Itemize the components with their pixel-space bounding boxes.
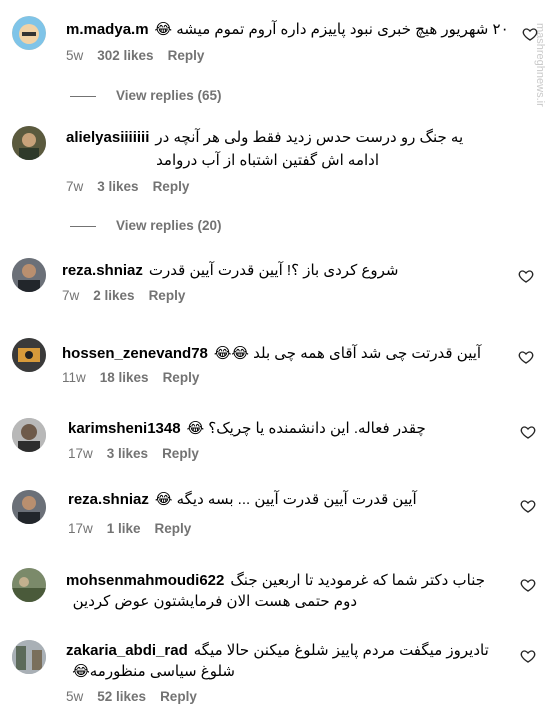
comment-likes[interactable]: 3 likes (107, 446, 148, 461)
comment-username[interactable]: alielyasiiiiiii (66, 129, 149, 146)
reply-button[interactable]: Reply (153, 179, 190, 194)
comment-username[interactable]: zakaria_abdi_rad (66, 642, 188, 659)
avatar[interactable] (12, 16, 46, 50)
comment-username[interactable]: reza.shniaz (62, 262, 143, 279)
comment-time: 17w (68, 446, 93, 461)
heart-outline-icon[interactable] (520, 648, 536, 664)
heart-outline-icon[interactable] (520, 498, 536, 514)
comment-likes[interactable]: 302 likes (97, 48, 153, 63)
comment-text: چقدر فعاله. این دانشمنده یا چریک؟ 😂 (186, 420, 426, 437)
avatar[interactable] (12, 418, 46, 452)
divider (70, 225, 96, 227)
comment-time: 17w (68, 521, 93, 536)
heart-outline-icon[interactable] (518, 268, 534, 284)
heart-outline-icon[interactable] (522, 26, 538, 42)
comment-time: 5w (66, 689, 84, 704)
reply-button[interactable]: Reply (160, 689, 197, 704)
reply-button[interactable]: Reply (162, 446, 199, 461)
comment-text-line2: دوم حتمی هست الان فرمایشتون عوض کردین (72, 593, 357, 610)
reply-button[interactable]: Reply (168, 48, 205, 63)
avatar[interactable] (12, 490, 46, 524)
comment-text: جناب دکتر شما که غرمودید تا اربعین جنگ (230, 572, 486, 589)
reply-button[interactable]: Reply (149, 288, 186, 303)
comment-username[interactable]: mohsenmahmoudi622 (66, 572, 224, 589)
comment-likes[interactable]: 18 likes (100, 370, 149, 385)
divider (70, 95, 96, 97)
comment-text-line2: ادامه اش گفتین اشتباه از آب دروامد (156, 152, 379, 169)
comment-username[interactable]: hossen_zenevand78 (62, 345, 208, 362)
view-replies-button[interactable]: View replies (20) (70, 218, 222, 233)
avatar[interactable] (12, 126, 46, 160)
avatar[interactable] (12, 568, 46, 602)
comment-text: ۲۰ شهریور هیچ خبری نبود پاییزم داره آروم… (154, 21, 509, 38)
avatar[interactable] (12, 258, 46, 292)
heart-outline-icon[interactable] (520, 577, 536, 593)
comment-username[interactable]: karimsheni1348 (68, 420, 181, 437)
comment-text: تادیروز میگفت مردم پاییز شلوغ میکنن حالا… (193, 642, 489, 659)
heart-outline-icon[interactable] (520, 424, 536, 440)
view-replies-button[interactable]: View replies (65) (70, 88, 222, 103)
avatar[interactable] (12, 640, 46, 674)
comment-time: 7w (62, 288, 80, 303)
comment-time: 5w (66, 48, 84, 63)
comment-text-line2: شلوغ سیاسی منظورمه😂 (72, 663, 235, 680)
comment-time: 11w (62, 370, 86, 385)
comment-likes[interactable]: 3 likes (97, 179, 138, 194)
comment-username[interactable]: reza.shniaz (68, 491, 149, 508)
avatar[interactable] (12, 338, 46, 372)
comment-username[interactable]: m.madya.m (66, 21, 149, 38)
comment-text: یه جنگ رو درست حدس زدید فقط ولی هر آنچه … (155, 129, 464, 146)
comment-time: 7w (66, 179, 84, 194)
comment-likes[interactable]: 52 likes (97, 689, 146, 704)
comment-text: آیین قدرت آیین قدرت آیین ... بسه دیگه 😂 (154, 491, 417, 508)
comment-text: آیین قدرتت چی شد آقای همه چی بلد 😂😂 (213, 345, 482, 362)
reply-button[interactable]: Reply (163, 370, 200, 385)
comment-likes[interactable]: 2 likes (93, 288, 134, 303)
comment-likes[interactable]: 1 like (107, 521, 141, 536)
comment-text: شروع کردی باز ؟! آیین قدرت آیین قدرت (148, 262, 399, 279)
reply-button[interactable]: Reply (155, 521, 192, 536)
heart-outline-icon[interactable] (518, 349, 534, 365)
